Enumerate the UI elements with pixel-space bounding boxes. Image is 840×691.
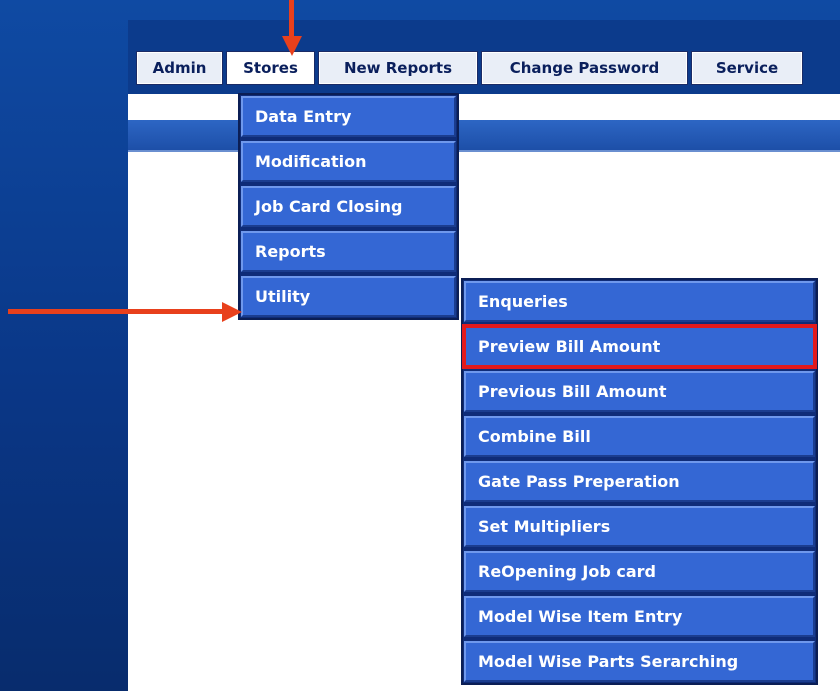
menu-item-preview-bill-amount[interactable]: Preview Bill Amount: [462, 324, 817, 369]
sub-toolbar: [128, 120, 840, 150]
menu-item-modification[interactable]: Modification: [241, 141, 456, 182]
menu-admin[interactable]: Admin: [136, 51, 223, 85]
menu-item-utility[interactable]: Utility: [241, 276, 456, 317]
menu-item-combine-bill[interactable]: Combine Bill: [464, 416, 815, 457]
menu-item-enqueries[interactable]: Enqueries: [464, 281, 815, 322]
annotation-arrow-right-icon: [8, 302, 242, 322]
menu-item-reopening-job-card[interactable]: ReOpening Job card: [464, 551, 815, 592]
annotation-arrow-down-icon: [282, 0, 302, 56]
menu-item-model-wise-item-entry[interactable]: Model Wise Item Entry: [464, 596, 815, 637]
utility-submenu: Enqueries Preview Bill Amount Previous B…: [461, 278, 818, 685]
sub-toolbar-divider: [128, 150, 840, 152]
menu-item-previous-bill-amount[interactable]: Previous Bill Amount: [464, 371, 815, 412]
menu-service[interactable]: Service: [691, 51, 803, 85]
menu-item-reports[interactable]: Reports: [241, 231, 456, 272]
menu-item-model-wise-parts-serarching[interactable]: Model Wise Parts Serarching: [464, 641, 815, 682]
menu-item-gate-pass-preperation[interactable]: Gate Pass Preperation: [464, 461, 815, 502]
menu-item-set-multipliers[interactable]: Set Multipliers: [464, 506, 815, 547]
menu-change-password[interactable]: Change Password: [481, 51, 688, 85]
menu-item-job-card-closing[interactable]: Job Card Closing: [241, 186, 456, 227]
menu-new-reports[interactable]: New Reports: [318, 51, 478, 85]
stores-dropdown: Data Entry Modification Job Card Closing…: [238, 93, 459, 320]
menu-item-data-entry[interactable]: Data Entry: [241, 96, 456, 137]
menubar: Admin Stores New Reports Change Password…: [136, 51, 803, 85]
